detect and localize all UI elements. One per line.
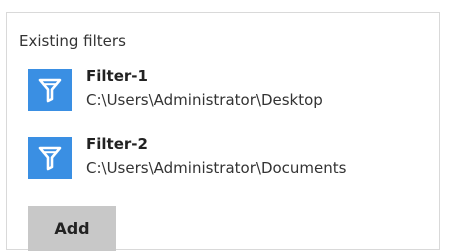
filter-path: C:\Users\Administrator\Desktop [86,91,323,109]
section-title: Existing filters [19,32,126,50]
filter-name: Filter-1 [86,67,148,85]
filter-path: C:\Users\Administrator\Documents [86,159,347,177]
filter-funnel-icon [28,69,72,111]
existing-filters-panel: Existing filters Filter-1 C:\Users\Admin… [6,12,440,251]
filter-funnel-icon [28,137,72,179]
filter-name: Filter-2 [86,135,148,153]
filter-item-2[interactable]: Filter-2 C:\Users\Administrator\Document… [28,135,438,179]
filter-item-1[interactable]: Filter-1 C:\Users\Administrator\Desktop [28,67,438,111]
add-filter-button[interactable]: Add [28,206,116,251]
